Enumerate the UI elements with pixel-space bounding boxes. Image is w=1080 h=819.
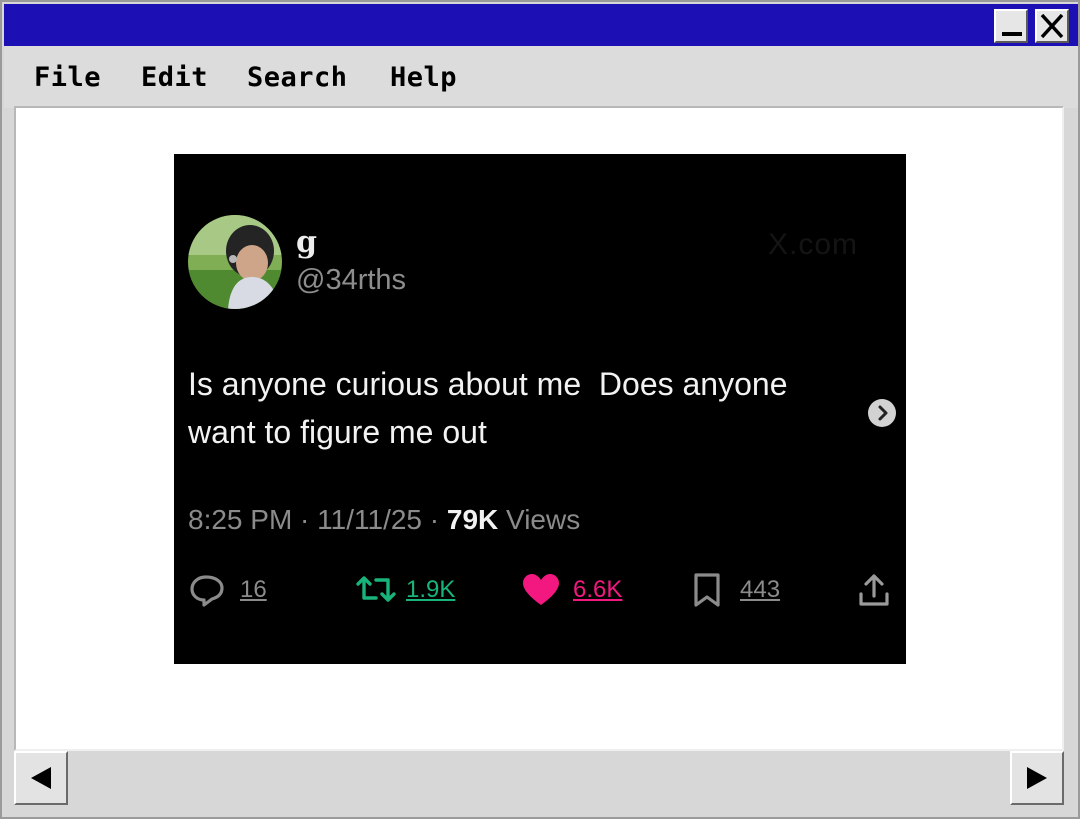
reply-icon <box>190 575 224 607</box>
repost-icon <box>356 576 396 602</box>
tweet-screenshot: g @34rths X.com Is anyone curious about … <box>174 154 906 664</box>
menu-file[interactable]: File <box>34 62 101 93</box>
menu-search[interactable]: Search <box>247 62 348 93</box>
share-icon <box>859 574 889 606</box>
horizontal-scrollbar[interactable] <box>14 751 1064 805</box>
arrow-right-icon <box>1027 767 1047 789</box>
display-name: g <box>296 225 317 260</box>
menu-bar: File Edit Search Help <box>4 46 1078 108</box>
views-label: Views <box>498 504 581 535</box>
bookmark-count: 443 <box>740 576 781 603</box>
avatar <box>188 215 282 309</box>
views-count: 79K <box>446 504 499 535</box>
tweet-meta: 8:25 PM · 11/11/25 · 79K Views <box>188 504 580 536</box>
close-button[interactable] <box>1035 9 1069 43</box>
heart-icon <box>523 574 559 605</box>
watermark: X.com <box>768 228 859 261</box>
like-count: 6.6K <box>573 576 623 603</box>
user-handle: @34rths <box>296 264 407 296</box>
tweet-text: Is anyone curious about me Does anyone w… <box>188 366 788 450</box>
scroll-left-button[interactable] <box>14 751 68 805</box>
scroll-right-button[interactable] <box>1010 751 1064 805</box>
minimize-icon <box>1002 32 1022 36</box>
bookmark-icon <box>694 573 720 607</box>
menu-edit[interactable]: Edit <box>141 62 208 93</box>
minimize-button[interactable] <box>994 9 1028 43</box>
next-arrow-icon[interactable] <box>868 399 896 427</box>
title-bar[interactable] <box>4 4 1078 46</box>
menu-help[interactable]: Help <box>390 62 457 93</box>
timestamp: 8:25 PM · 11/11/25 · <box>188 504 447 535</box>
close-icon <box>1040 13 1064 39</box>
reply-count: 16 <box>240 576 267 603</box>
arrow-left-icon <box>31 767 51 789</box>
repost-count: 1.9K <box>406 576 456 603</box>
